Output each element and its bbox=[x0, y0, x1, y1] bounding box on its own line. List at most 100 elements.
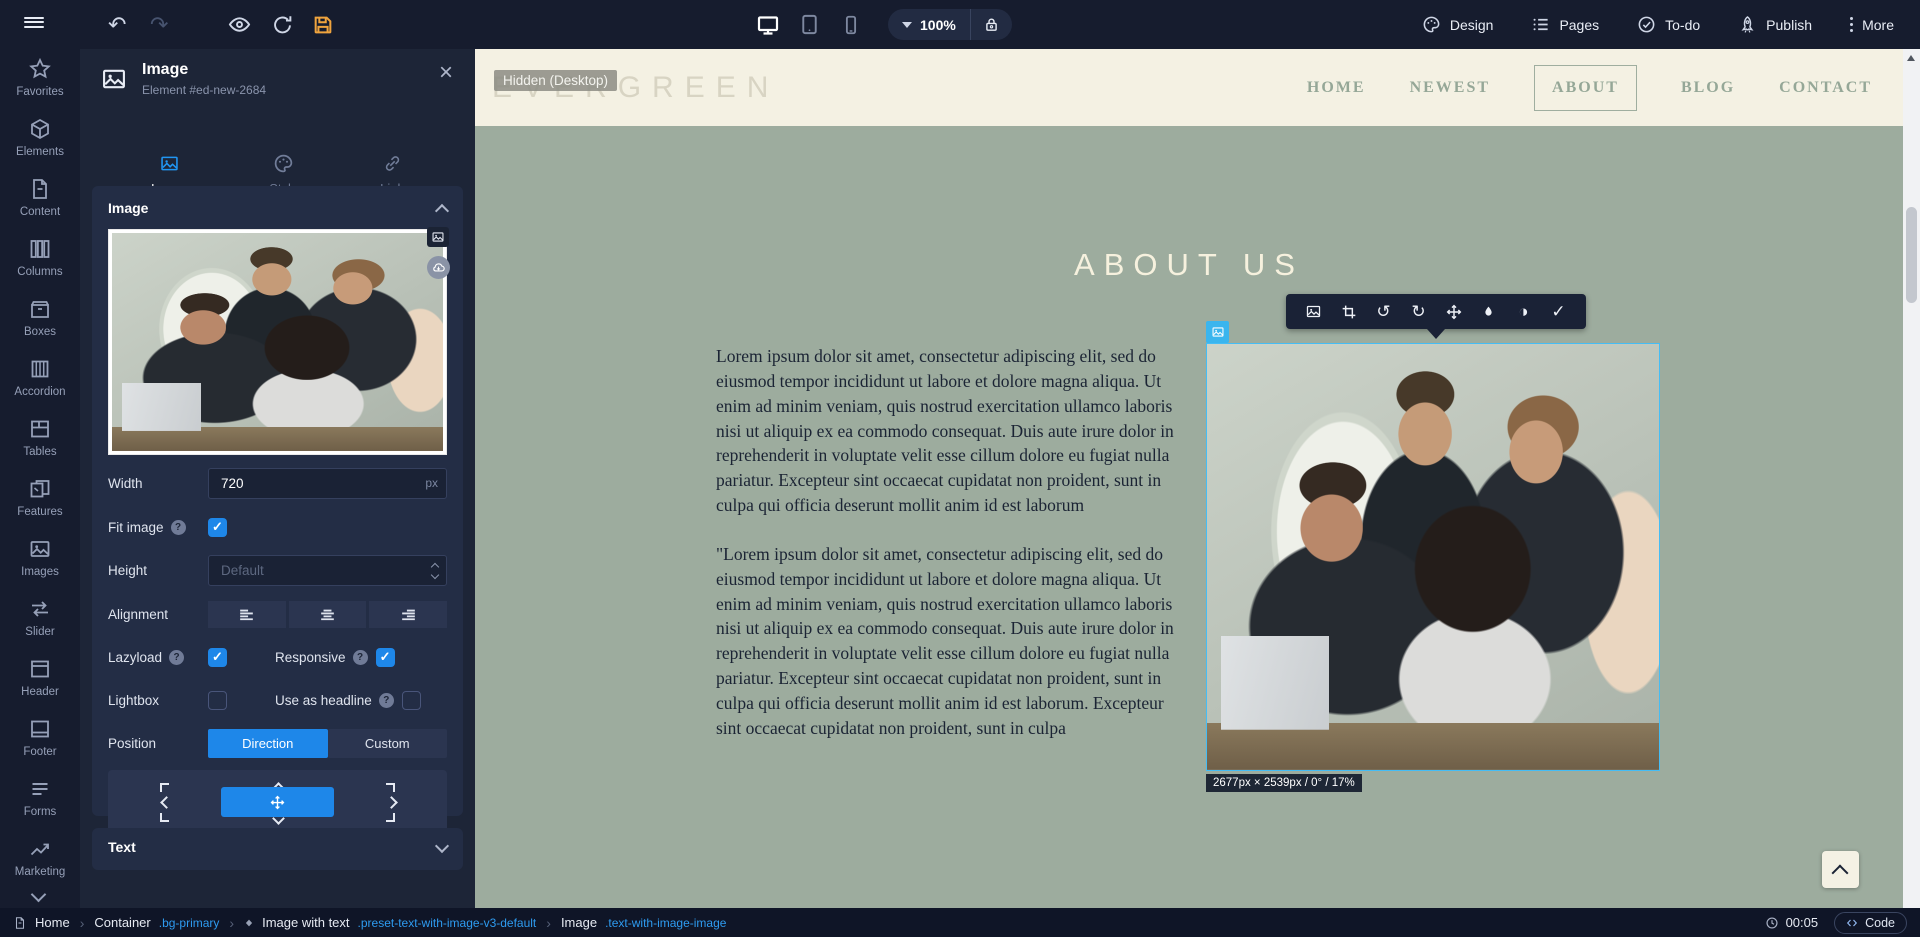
move-down-button[interactable] bbox=[273, 814, 283, 824]
device-tablet-icon[interactable] bbox=[798, 0, 821, 49]
move-top-right-button[interactable] bbox=[386, 783, 395, 792]
stepper-arrows[interactable] bbox=[432, 562, 439, 579]
sidebar-item-boxes[interactable]: Boxes bbox=[0, 297, 80, 338]
breadcrumb-image-with-text[interactable]: Image with text .preset-text-with-image-… bbox=[244, 915, 536, 930]
device-desktop-icon[interactable] bbox=[756, 0, 780, 49]
sidebar-item-accordion[interactable]: Accordion bbox=[0, 357, 80, 398]
close-icon[interactable]: × bbox=[439, 61, 453, 85]
image-section-header[interactable]: Image bbox=[108, 200, 447, 216]
redo-icon[interactable]: ↷ bbox=[150, 0, 168, 49]
move-right-button[interactable] bbox=[387, 797, 397, 807]
move-left-button[interactable] bbox=[159, 797, 169, 807]
move-top-left-button[interactable] bbox=[160, 783, 169, 792]
refresh-icon[interactable] bbox=[272, 0, 293, 49]
sidebar-item-features[interactable]: Features bbox=[0, 477, 80, 518]
paragraph: Lorem ipsum dolor sit amet, consectetur … bbox=[716, 344, 1174, 518]
sidebar-item-header[interactable]: Header bbox=[0, 657, 80, 698]
sidebar-item-marketing[interactable]: Marketing bbox=[0, 837, 80, 878]
rotate-cw-icon[interactable]: ↻ bbox=[1407, 303, 1431, 320]
save-icon[interactable] bbox=[312, 0, 334, 49]
align-left-button[interactable] bbox=[208, 601, 286, 628]
image-edit-toolbar: ↺ ↻ ◑ ✓ bbox=[1286, 294, 1586, 329]
height-input[interactable] bbox=[208, 555, 447, 586]
sidebar-item-footer[interactable]: Footer bbox=[0, 717, 80, 758]
crop-icon[interactable] bbox=[1337, 304, 1361, 320]
hamburger-menu-icon[interactable] bbox=[24, 14, 44, 30]
nav-newest[interactable]: NEWEST bbox=[1410, 79, 1490, 97]
nav-blog[interactable]: BLOG bbox=[1681, 79, 1735, 97]
accordion-icon bbox=[28, 357, 52, 381]
about-text-block[interactable]: Lorem ipsum dolor sit amet, consectetur … bbox=[716, 344, 1174, 741]
sidebar-item-images[interactable]: Images bbox=[0, 537, 80, 578]
nav-about[interactable]: ABOUT bbox=[1534, 65, 1637, 111]
fit-image-checkbox[interactable]: ✓ bbox=[208, 518, 227, 537]
kebab-dots-icon bbox=[1850, 17, 1853, 32]
breadcrumb-container[interactable]: Container .bg-primary bbox=[94, 915, 219, 930]
image-preview[interactable] bbox=[108, 229, 447, 455]
sidebar-item-columns[interactable]: Columns bbox=[0, 237, 80, 278]
session-timer: 00:05 bbox=[1765, 915, 1819, 930]
lock-button[interactable] bbox=[971, 16, 1012, 33]
align-left-icon bbox=[237, 605, 256, 624]
scroll-to-top-button[interactable] bbox=[1822, 851, 1859, 888]
menu-todo[interactable]: To-do bbox=[1637, 15, 1700, 34]
help-icon[interactable]: ? bbox=[171, 520, 186, 535]
help-icon[interactable]: ? bbox=[379, 693, 394, 708]
position-custom-button[interactable]: Custom bbox=[328, 729, 448, 758]
width-unit: px bbox=[425, 476, 438, 490]
menu-design[interactable]: Design bbox=[1422, 15, 1494, 34]
help-icon[interactable]: ? bbox=[169, 650, 184, 665]
contrast-icon[interactable]: ◑ bbox=[1512, 303, 1536, 320]
replace-image-icon[interactable] bbox=[427, 227, 449, 247]
device-mobile-icon[interactable] bbox=[840, 0, 862, 49]
breadcrumb-home[interactable]: Home bbox=[13, 915, 70, 930]
position-label: Position bbox=[108, 736, 208, 751]
menu-pages[interactable]: Pages bbox=[1531, 15, 1599, 34]
about-us-heading[interactable]: ABOUT US bbox=[475, 247, 1903, 283]
image-icon[interactable] bbox=[1302, 303, 1326, 320]
sidebar-item-favorites[interactable]: Favorites bbox=[0, 57, 80, 98]
breadcrumb-image[interactable]: Image .text-with-image-image bbox=[561, 915, 727, 930]
help-icon[interactable]: ? bbox=[353, 650, 368, 665]
hidden-desktop-badge: Hidden (Desktop) bbox=[494, 70, 617, 91]
undo-icon[interactable]: ↶ bbox=[108, 0, 126, 49]
panel-header: Image Element #ed-new-2684 bbox=[100, 61, 266, 98]
chevron-down-icon bbox=[902, 22, 912, 28]
check-circle-icon bbox=[1637, 15, 1656, 34]
use-as-headline-checkbox[interactable] bbox=[402, 691, 421, 710]
nav-home[interactable]: HOME bbox=[1307, 79, 1366, 97]
align-center-button[interactable] bbox=[289, 601, 367, 628]
sidebar-item-forms[interactable]: Forms bbox=[0, 777, 80, 818]
scrollbar-thumb[interactable] bbox=[1906, 207, 1917, 303]
preview-eye-icon[interactable] bbox=[228, 0, 251, 49]
image-type-badge-icon[interactable] bbox=[1206, 321, 1229, 343]
cloud-download-icon[interactable] bbox=[427, 256, 450, 279]
confirm-check-icon[interactable]: ✓ bbox=[1547, 303, 1571, 320]
width-field-wrap: px bbox=[208, 468, 447, 499]
scrollbar-up-arrow[interactable] bbox=[1907, 55, 1915, 61]
align-right-button[interactable] bbox=[369, 601, 447, 628]
width-input[interactable] bbox=[208, 468, 447, 499]
selected-image-element[interactable]: 2677px × 2539px / 0° / 17% bbox=[1206, 343, 1660, 771]
move-bottom-right-button[interactable] bbox=[386, 813, 395, 822]
text-section-header[interactable]: Text bbox=[108, 839, 447, 855]
menu-publish[interactable]: Publish bbox=[1738, 15, 1812, 34]
zoom-dropdown[interactable]: 100% bbox=[888, 17, 970, 33]
footer-layout-icon bbox=[28, 717, 52, 741]
menu-more[interactable]: More bbox=[1850, 17, 1894, 33]
sidebar-item-slider[interactable]: Slider bbox=[0, 597, 80, 638]
rotate-ccw-icon[interactable]: ↺ bbox=[1372, 303, 1396, 320]
sidebar-scroll-chevron-icon[interactable] bbox=[32, 889, 44, 901]
droplet-icon[interactable] bbox=[1477, 305, 1501, 318]
lazyload-checkbox[interactable]: ✓ bbox=[208, 648, 227, 667]
resize-move-icon[interactable] bbox=[1442, 304, 1466, 320]
sidebar-item-tables[interactable]: Tables bbox=[0, 417, 80, 458]
sidebar-item-elements[interactable]: Elements bbox=[0, 117, 80, 158]
responsive-checkbox[interactable]: ✓ bbox=[376, 648, 395, 667]
lightbox-checkbox[interactable] bbox=[208, 691, 227, 710]
move-bottom-left-button[interactable] bbox=[160, 813, 169, 822]
position-direction-button[interactable]: Direction bbox=[208, 729, 328, 758]
code-button[interactable]: Code bbox=[1834, 912, 1907, 934]
nav-contact[interactable]: CONTACT bbox=[1779, 79, 1872, 97]
sidebar-item-content[interactable]: Content bbox=[0, 177, 80, 218]
